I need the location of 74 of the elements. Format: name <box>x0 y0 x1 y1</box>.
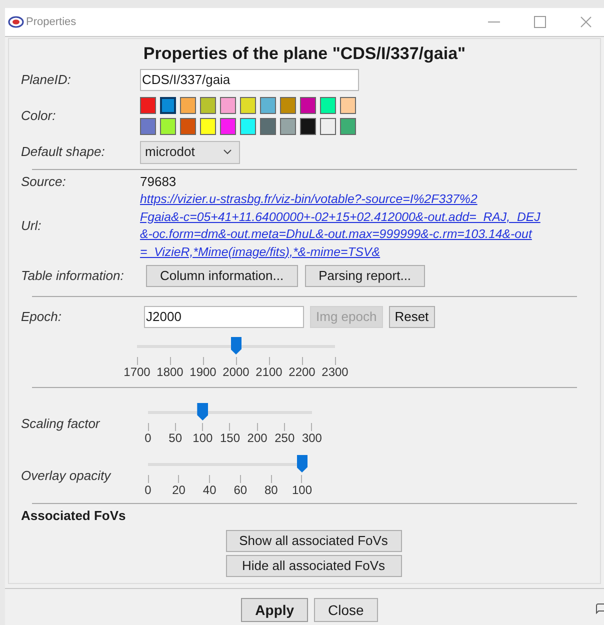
info-button[interactable]: Column information... <box>146 265 298 287</box>
color-swatch[interactable] <box>340 118 356 135</box>
tick-label: 40 <box>202 482 216 498</box>
color-swatch[interactable] <box>140 97 156 114</box>
slider-thumb[interactable] <box>296 454 308 472</box>
app-logo-icon <box>8 15 24 29</box>
color-swatch[interactable] <box>180 97 196 114</box>
tick-label: 2000 <box>222 364 250 380</box>
plane-id-field[interactable]: CDS/I/337/gaia <box>140 69 359 91</box>
field-label: Table information: <box>21 267 124 286</box>
slider-thumb[interactable] <box>197 402 208 420</box>
field-label: PlaneID: <box>21 71 71 90</box>
field-label: Url: <box>21 217 42 236</box>
tick-label: 0 <box>144 430 152 446</box>
color-swatch[interactable] <box>300 97 316 114</box>
tick-label: 2300 <box>322 364 348 380</box>
color-swatch[interactable] <box>180 118 196 135</box>
color-swatch[interactable] <box>160 97 176 114</box>
tick-label: 300 <box>302 430 322 446</box>
field-label: Epoch: <box>21 308 62 326</box>
tick-label: 20 <box>172 482 186 498</box>
section-heading: Associated FoVs <box>21 508 126 524</box>
color-swatch[interactable] <box>280 97 296 114</box>
tick-label: 0 <box>144 482 152 498</box>
color-swatch[interactable] <box>140 118 156 135</box>
info-button[interactable]: Parsing report... <box>304 265 426 287</box>
field-label: Scaling factor <box>21 415 100 434</box>
tick-label: 80 <box>264 482 278 498</box>
field-label: Overlay opacity <box>21 467 111 486</box>
slider-thumb[interactable] <box>230 336 242 354</box>
color-swatch[interactable] <box>220 118 236 135</box>
color-swatch[interactable] <box>260 97 276 114</box>
tick-label: 1800 <box>156 364 184 380</box>
color-swatch[interactable] <box>340 97 356 114</box>
color-swatch[interactable] <box>320 97 336 114</box>
tick-label: 200 <box>247 430 268 446</box>
footer-button[interactable]: Apply <box>241 598 308 622</box>
tick-label: 100 <box>192 430 213 446</box>
tick-label: 60 <box>234 482 248 498</box>
color-swatch[interactable] <box>200 118 216 135</box>
tick-label: 50 <box>168 430 182 446</box>
dialog-heading: Properties of the plane "CDS/I/337/gaia" <box>142 43 467 65</box>
field-label: Default shape: <box>21 143 105 162</box>
tick-label: 250 <box>274 430 295 446</box>
field-label: Source: <box>21 173 66 192</box>
close-icon[interactable] <box>580 16 592 28</box>
fov-button[interactable]: Hide all associated FoVs <box>226 555 402 577</box>
field-label: Color: <box>21 107 56 126</box>
fov-button[interactable]: Show all associated FoVs <box>226 530 402 552</box>
tick-label: 1700 <box>124 364 150 380</box>
color-swatch[interactable] <box>160 118 176 135</box>
color-swatch[interactable] <box>320 118 336 135</box>
maximize-icon[interactable] <box>534 16 546 28</box>
color-swatch[interactable] <box>240 97 256 114</box>
tick-label: 150 <box>220 430 240 446</box>
color-swatch[interactable] <box>300 118 316 135</box>
tick-label: 1900 <box>190 364 216 380</box>
shape-dropdown[interactable]: microdot <box>140 140 240 164</box>
epoch-field[interactable]: J2000 <box>144 306 304 328</box>
tick-label: 100 <box>292 482 312 498</box>
color-swatch[interactable] <box>260 118 276 135</box>
comment-icon[interactable] <box>596 603 604 617</box>
color-swatch[interactable] <box>200 97 216 114</box>
tick-label: 2100 <box>256 364 282 380</box>
tick-label: 2200 <box>288 364 316 380</box>
epoch-button[interactable]: Reset <box>388 306 435 328</box>
url-link[interactable]: https://vizier.u-strasbg.fr/viz-bin/votable?-source=I%2F337%2 Fgaia&-c=05+41+11.6400000+-02+15+02.412000&-out.add=_RAJ,_DEJ &-oc.form=dm&-out.meta=DhuL&-out.max=999999&-c.rm=103.14&-out =_VizieR,*Mime(image/fits),*&-mime=TSV& <box>140 191 540 261</box>
footer-button[interactable]: Close <box>314 598 378 622</box>
color-swatch[interactable] <box>240 118 256 135</box>
source-value: 79683 <box>140 173 176 192</box>
color-swatch[interactable] <box>280 118 296 135</box>
color-swatch[interactable] <box>220 97 236 114</box>
caret-icon <box>223 149 232 155</box>
window-title: Properties <box>26 14 76 30</box>
